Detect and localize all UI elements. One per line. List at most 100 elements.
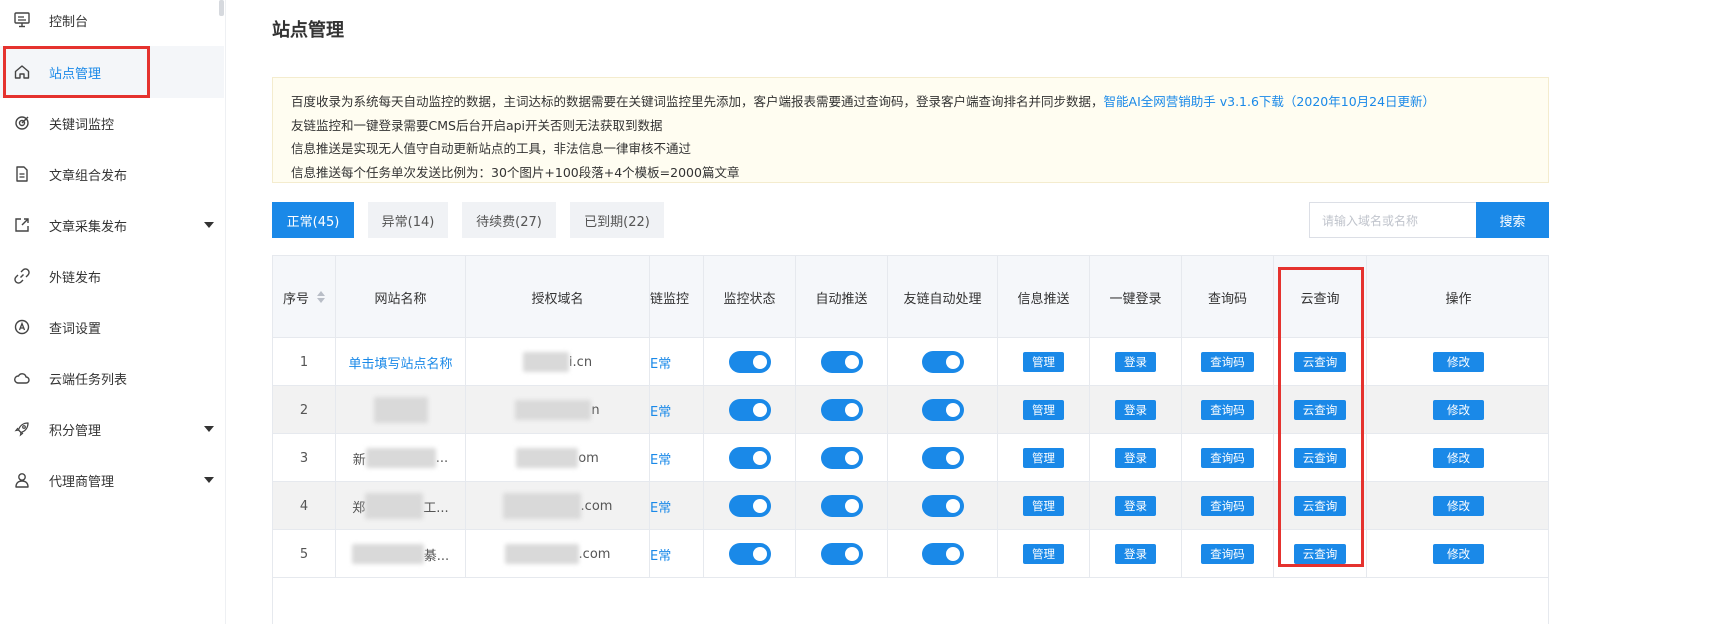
manage-button[interactable]: 管理 bbox=[1023, 448, 1064, 468]
manage-button[interactable]: 管理 bbox=[1023, 496, 1064, 516]
sidebar-item-label: 积分管理 bbox=[49, 423, 102, 439]
tab-pending-renewal[interactable]: 待续费(27) bbox=[462, 202, 556, 238]
query-code-button[interactable]: 查询码 bbox=[1201, 496, 1254, 516]
monitor-status-toggle[interactable] bbox=[728, 351, 771, 373]
cell-auto-push bbox=[796, 434, 888, 482]
cell-site-name[interactable]: 单击填写站点名称 bbox=[336, 338, 466, 386]
cell-domain: .com bbox=[466, 530, 650, 578]
cell-friend-link bbox=[888, 530, 998, 578]
cell-link-status: E常 bbox=[650, 530, 704, 578]
login-button[interactable]: 登录 bbox=[1115, 544, 1156, 564]
cell-index: 1 bbox=[273, 338, 336, 386]
friend-link-toggle[interactable] bbox=[921, 399, 964, 421]
edit-button[interactable]: 修改 bbox=[1433, 448, 1484, 468]
edit-button[interactable]: 修改 bbox=[1433, 352, 1484, 372]
app-root: 控制台 站点管理 关键词监控 文章组合发布 文章采集发布 外链发布 查词设置 云… bbox=[0, 0, 1721, 624]
chevron-down-icon bbox=[204, 426, 214, 432]
redacted-text bbox=[351, 544, 424, 564]
cell-domain: i.cn bbox=[466, 338, 650, 386]
monitor-status-toggle[interactable] bbox=[728, 399, 771, 421]
cell-site-name[interactable]: 郑 工... bbox=[336, 482, 466, 530]
cell-one-login: 登录 bbox=[1090, 530, 1182, 578]
cell-query-code: 查询码 bbox=[1182, 530, 1274, 578]
at-circle-icon bbox=[12, 317, 32, 337]
cell-link-status: E常 bbox=[650, 434, 704, 482]
auto-push-toggle[interactable] bbox=[820, 495, 863, 517]
name-suffix: 綦... bbox=[423, 548, 450, 564]
monitor-status-toggle[interactable] bbox=[728, 447, 771, 469]
auto-push-toggle[interactable] bbox=[820, 543, 863, 565]
sidebar-item-query-settings[interactable]: 查词设置 bbox=[0, 301, 224, 353]
edit-button[interactable]: 修改 bbox=[1433, 400, 1484, 420]
col-header-actions: 操作 bbox=[1445, 291, 1472, 307]
auto-push-toggle[interactable] bbox=[820, 351, 863, 373]
auto-push-toggle[interactable] bbox=[820, 447, 863, 469]
name-prefix: 新 bbox=[352, 452, 366, 468]
query-code-button[interactable]: 查询码 bbox=[1201, 352, 1254, 372]
cell-site-name[interactable]: 新... bbox=[336, 434, 466, 482]
search-input[interactable]: 请输入域名或名称 bbox=[1309, 202, 1477, 238]
name-prefix: 郑 bbox=[352, 500, 366, 516]
search-button[interactable]: 搜索 bbox=[1476, 202, 1549, 238]
sidebar-item-keyword-monitor[interactable]: 关键词监控 bbox=[0, 97, 224, 149]
manage-button[interactable]: 管理 bbox=[1023, 352, 1064, 372]
edit-button[interactable]: 修改 bbox=[1433, 544, 1484, 564]
friend-link-toggle[interactable] bbox=[921, 543, 964, 565]
cell-site-name[interactable] bbox=[336, 386, 466, 434]
friend-link-toggle[interactable] bbox=[921, 495, 964, 517]
col-header-auto-push: 自动推送 bbox=[796, 256, 888, 338]
col-header-friend-link: 友链自动处理 bbox=[888, 256, 998, 338]
monitor-status-toggle[interactable] bbox=[728, 495, 771, 517]
sidebar-item-backlink-publish[interactable]: 外链发布 bbox=[0, 250, 224, 302]
col-header-info-push: 信息推送 bbox=[998, 256, 1090, 338]
tab-expired[interactable]: 已到期(22) bbox=[570, 202, 664, 238]
tab-abnormal[interactable]: 异常(14) bbox=[368, 202, 448, 238]
query-code-button[interactable]: 查询码 bbox=[1201, 544, 1254, 564]
sidebar-item-article-collect[interactable]: 文章采集发布 bbox=[0, 199, 224, 251]
monitor-icon bbox=[12, 10, 32, 30]
redacted-text bbox=[516, 448, 579, 468]
sidebar-item-dashboard[interactable]: 控制台 bbox=[0, 0, 224, 46]
sidebar-item-cloud-tasks[interactable]: 云端任务列表 bbox=[0, 352, 224, 404]
sidebar-item-article-publish[interactable]: 文章组合发布 bbox=[0, 148, 224, 200]
domain-suffix: om bbox=[578, 450, 599, 466]
redacted-text bbox=[504, 544, 579, 564]
cell-domain: om bbox=[466, 434, 650, 482]
manage-button[interactable]: 管理 bbox=[1023, 400, 1064, 420]
notice-box: 百度收录为系统每天自动监控的数据，主词达标的数据需要在关键词监控里先添加，客户端… bbox=[272, 77, 1549, 183]
col-header-index[interactable]: 序号 bbox=[273, 256, 336, 338]
sidebar-item-label: 文章组合发布 bbox=[49, 168, 128, 184]
cell-one-login: 登录 bbox=[1090, 386, 1182, 434]
tab-normal[interactable]: 正常(45) bbox=[272, 202, 354, 238]
cell-auto-push bbox=[796, 530, 888, 578]
cell-auto-push bbox=[796, 386, 888, 434]
chevron-down-icon bbox=[204, 222, 214, 228]
query-code-button[interactable]: 查询码 bbox=[1201, 400, 1254, 420]
edit-button[interactable]: 修改 bbox=[1433, 496, 1484, 516]
auto-push-toggle[interactable] bbox=[820, 399, 863, 421]
cell-index: 4 bbox=[273, 482, 336, 530]
col-header-one-login: 一键登录 bbox=[1090, 256, 1182, 338]
friend-link-toggle[interactable] bbox=[921, 447, 964, 469]
query-code-button[interactable]: 查询码 bbox=[1201, 448, 1254, 468]
sidebar-item-label: 关键词监控 bbox=[49, 117, 115, 133]
download-link[interactable]: 智能AI全网营销助手 v3.1.6下载（2020年10月24日更新） bbox=[1104, 94, 1436, 109]
login-button[interactable]: 登录 bbox=[1115, 400, 1156, 420]
monitor-status-toggle[interactable] bbox=[728, 543, 771, 565]
sidebar-item-agents[interactable]: 代理商管理 bbox=[0, 454, 224, 506]
sidebar-item-points[interactable]: 积分管理 bbox=[0, 403, 224, 455]
manage-button[interactable]: 管理 bbox=[1023, 544, 1064, 564]
user-icon bbox=[12, 470, 32, 490]
cell-friend-link bbox=[888, 338, 998, 386]
cell-one-login: 登录 bbox=[1090, 338, 1182, 386]
login-button[interactable]: 登录 bbox=[1115, 352, 1156, 372]
cell-friend-link bbox=[888, 434, 998, 482]
sidebar-item-label: 查词设置 bbox=[49, 321, 102, 337]
sort-icon[interactable] bbox=[317, 291, 325, 303]
friend-link-toggle[interactable] bbox=[921, 351, 964, 373]
login-button[interactable]: 登录 bbox=[1115, 448, 1156, 468]
cell-site-name[interactable]: 綦... bbox=[336, 530, 466, 578]
cell-query-code: 查询码 bbox=[1182, 434, 1274, 482]
login-button[interactable]: 登录 bbox=[1115, 496, 1156, 516]
cell-domain: .com bbox=[466, 482, 650, 530]
